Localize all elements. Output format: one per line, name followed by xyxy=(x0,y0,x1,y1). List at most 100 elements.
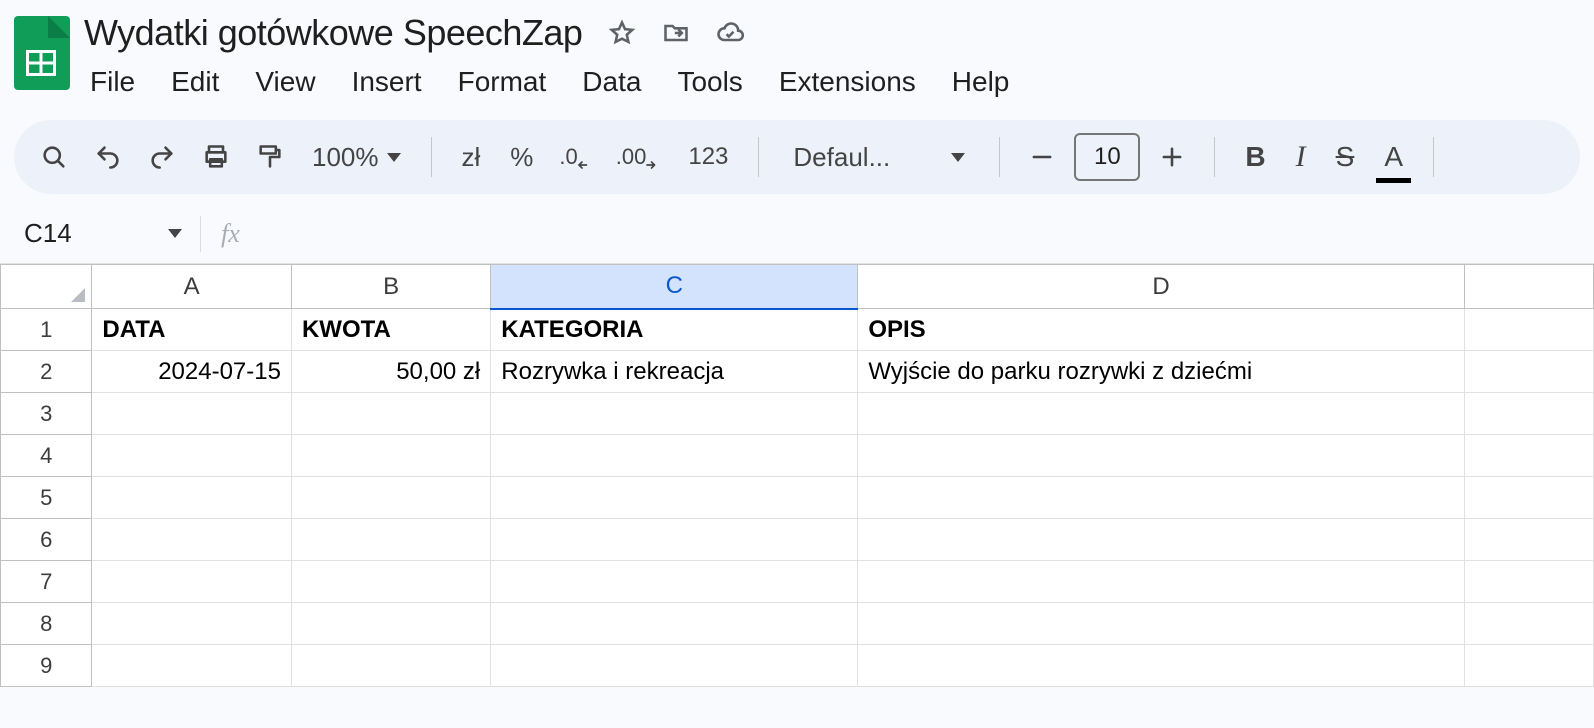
cell-b5[interactable] xyxy=(291,477,490,519)
cell-c7[interactable] xyxy=(491,561,858,603)
cell-d3[interactable] xyxy=(858,393,1464,435)
row-header-2[interactable]: 2 xyxy=(1,351,92,393)
zoom-select[interactable]: 100% xyxy=(302,135,411,179)
cell-d6[interactable] xyxy=(858,519,1464,561)
cell-b6[interactable] xyxy=(291,519,490,561)
cell-e8[interactable] xyxy=(1464,603,1593,645)
italic-button[interactable]: I xyxy=(1286,135,1316,179)
font-size-input[interactable] xyxy=(1074,133,1140,181)
column-header-b[interactable]: B xyxy=(291,265,490,309)
menu-data[interactable]: Data xyxy=(576,62,647,102)
paint-format-icon[interactable] xyxy=(248,135,292,179)
row-header-4[interactable]: 4 xyxy=(1,435,92,477)
chevron-down-icon xyxy=(387,153,401,162)
cell-e6[interactable] xyxy=(1464,519,1593,561)
row-header-6[interactable]: 6 xyxy=(1,519,92,561)
cell-a3[interactable] xyxy=(92,393,292,435)
cloud-status-icon[interactable] xyxy=(714,17,746,49)
decrease-font-size-button[interactable] xyxy=(1020,135,1064,179)
cell-c9[interactable] xyxy=(491,645,858,687)
cell-a1[interactable]: DATA xyxy=(92,309,292,351)
cell-c2[interactable]: Rozrywka i rekreacja xyxy=(491,351,858,393)
cell-d4[interactable] xyxy=(858,435,1464,477)
menu-format[interactable]: Format xyxy=(452,62,553,102)
cell-b1[interactable]: KWOTA xyxy=(291,309,490,351)
column-header-a[interactable]: A xyxy=(92,265,292,309)
redo-icon[interactable] xyxy=(140,135,184,179)
cell-b8[interactable] xyxy=(291,603,490,645)
cell-e7[interactable] xyxy=(1464,561,1593,603)
column-header-c[interactable]: C xyxy=(491,265,858,309)
row-header-9[interactable]: 9 xyxy=(1,645,92,687)
search-icon[interactable] xyxy=(32,135,76,179)
undo-icon[interactable] xyxy=(86,135,130,179)
cell-c4[interactable] xyxy=(491,435,858,477)
cell-a2[interactable]: 2024-07-15 xyxy=(92,351,292,393)
cell-d8[interactable] xyxy=(858,603,1464,645)
titlebar: Wydatki gotówkowe SpeechZap File Edit Vi… xyxy=(0,0,1594,102)
menu-view[interactable]: View xyxy=(249,62,321,102)
cell-c8[interactable] xyxy=(491,603,858,645)
cell-c5[interactable] xyxy=(491,477,858,519)
cell-d9[interactable] xyxy=(858,645,1464,687)
menu-help[interactable]: Help xyxy=(946,62,1016,102)
bold-button[interactable]: B xyxy=(1235,135,1275,179)
cell-e3[interactable] xyxy=(1464,393,1593,435)
cell-a4[interactable] xyxy=(92,435,292,477)
decrease-decimals-button[interactable]: .0 xyxy=(553,135,599,179)
more-formats-button[interactable]: 123 xyxy=(678,135,738,179)
chevron-down-icon xyxy=(951,153,965,162)
format-percent-button[interactable]: % xyxy=(500,135,543,179)
document-title[interactable]: Wydatki gotówkowe SpeechZap xyxy=(84,12,582,54)
row-header-5[interactable]: 5 xyxy=(1,477,92,519)
menu-extensions[interactable]: Extensions xyxy=(773,62,922,102)
row-header-7[interactable]: 7 xyxy=(1,561,92,603)
cell-b9[interactable] xyxy=(291,645,490,687)
menu-edit[interactable]: Edit xyxy=(165,62,225,102)
cell-d1[interactable]: OPIS xyxy=(858,309,1464,351)
cell-b7[interactable] xyxy=(291,561,490,603)
column-header-blank[interactable] xyxy=(1464,265,1593,309)
print-icon[interactable] xyxy=(194,135,238,179)
name-box[interactable]: C14 xyxy=(0,218,200,249)
row-header-8[interactable]: 8 xyxy=(1,603,92,645)
strikethrough-button[interactable]: S xyxy=(1326,135,1365,179)
select-all-corner[interactable] xyxy=(1,265,92,309)
cell-a9[interactable] xyxy=(92,645,292,687)
cell-a8[interactable] xyxy=(92,603,292,645)
cell-c1[interactable]: KATEGORIA xyxy=(491,309,858,351)
cell-b4[interactable] xyxy=(291,435,490,477)
formula-input[interactable] xyxy=(240,221,1594,247)
cell-a7[interactable] xyxy=(92,561,292,603)
cell-b2[interactable]: 50,00 zł xyxy=(291,351,490,393)
cell-d2[interactable]: Wyjście do parku rozrywki z dziećmi xyxy=(858,351,1464,393)
cell-e9[interactable] xyxy=(1464,645,1593,687)
cell-e4[interactable] xyxy=(1464,435,1593,477)
cell-c3[interactable] xyxy=(491,393,858,435)
increase-decimals-button[interactable]: .00 xyxy=(610,135,669,179)
font-select[interactable]: Defaul... xyxy=(779,135,979,179)
cell-c6[interactable] xyxy=(491,519,858,561)
increase-font-size-button[interactable] xyxy=(1150,135,1194,179)
star-icon[interactable] xyxy=(606,17,638,49)
cell-b3[interactable] xyxy=(291,393,490,435)
menu-tools[interactable]: Tools xyxy=(671,62,748,102)
cell-d5[interactable] xyxy=(858,477,1464,519)
cell-e5[interactable] xyxy=(1464,477,1593,519)
cell-d7[interactable] xyxy=(858,561,1464,603)
row-header-3[interactable]: 3 xyxy=(1,393,92,435)
cell-e2[interactable] xyxy=(1464,351,1593,393)
fx-icon: fx xyxy=(221,219,240,249)
format-currency-button[interactable]: zł xyxy=(452,135,491,179)
cell-e1[interactable] xyxy=(1464,309,1593,351)
row-header-1[interactable]: 1 xyxy=(1,309,92,351)
column-header-d[interactable]: D xyxy=(858,265,1464,309)
menu-insert[interactable]: Insert xyxy=(346,62,428,102)
sheets-logo-icon[interactable] xyxy=(14,16,70,90)
cell-reference: C14 xyxy=(24,218,72,249)
move-folder-icon[interactable] xyxy=(660,17,692,49)
menu-file[interactable]: File xyxy=(84,62,141,102)
cell-a6[interactable] xyxy=(92,519,292,561)
cell-a5[interactable] xyxy=(92,477,292,519)
text-color-button[interactable]: A xyxy=(1374,135,1413,179)
